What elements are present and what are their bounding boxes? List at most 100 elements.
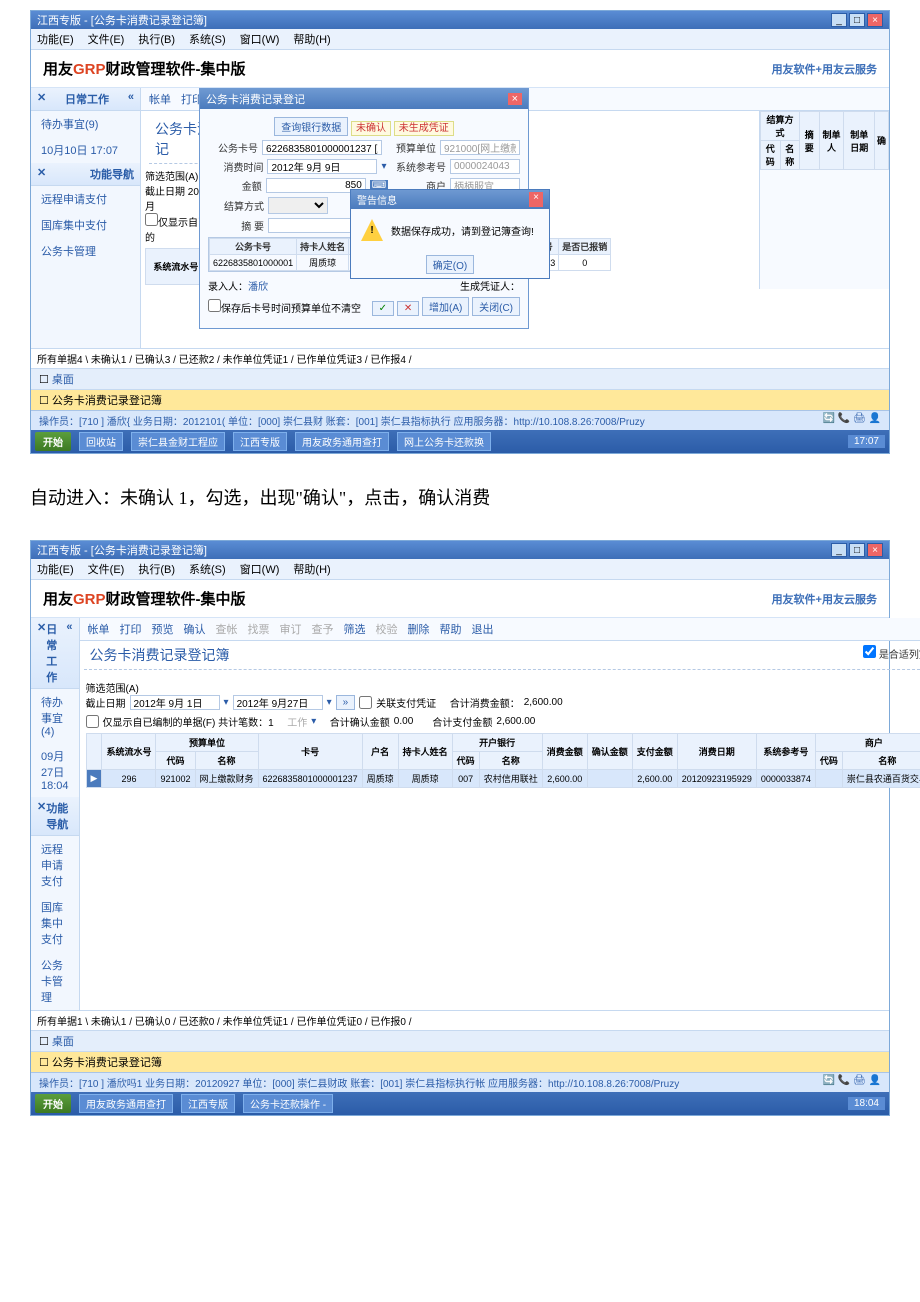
cloud-link[interactable]: 用友软件+用友云服务 <box>772 61 877 77</box>
maximize-icon[interactable]: □ <box>849 543 865 557</box>
close-icon[interactable]: × <box>867 543 883 557</box>
modal-title: 公务卡消费记录登记 <box>206 91 305 107</box>
menu-item[interactable]: 文件(E) <box>88 561 125 577</box>
taskbar-item[interactable]: 公务卡还款操作 - <box>243 1094 333 1113</box>
filter-area: 筛选范围(A) 截止日期 ▾ ▾ » 关联支付凭证 合计消费金额：2,600.0… <box>80 674 920 954</box>
menu-item[interactable]: 执行(B) <box>138 561 175 577</box>
sidebar-item-treasury[interactable]: 国库集中支付 <box>31 212 140 238</box>
sidebar-item-treasury[interactable]: 国库集中支付 <box>31 894 79 952</box>
modal-close-icon[interactable]: × <box>508 93 522 105</box>
budget-input[interactable] <box>440 140 520 155</box>
cloud-link[interactable]: 用友软件+用友云服务 <box>772 591 877 607</box>
window-titlebar: 江西专版 - [公务卡消费记录登记簿] _□× <box>31 541 889 559</box>
add-button[interactable]: 增加(A) <box>422 297 469 316</box>
sidebar-header-nav[interactable]: ✕功能导航 <box>31 797 79 836</box>
register-table: 系统流水号 预算单位 卡号 户名 持卡人姓名 开户银行 消费金额 确认金额 支付… <box>86 733 920 788</box>
sidebar-item-todo[interactable]: 待办事宜(9) <box>31 111 140 137</box>
tb-confirm[interactable]: 确认 <box>184 621 206 637</box>
tb-delete[interactable]: 删除 <box>408 621 430 637</box>
menu-item[interactable]: 窗口(W) <box>240 31 280 47</box>
entry-label: 录入人： <box>208 282 248 293</box>
sidebar-item-remote[interactable]: 远程申请支付 <box>31 186 140 212</box>
taskbar-clock: 17:07 <box>848 435 885 448</box>
card-input[interactable] <box>262 140 382 155</box>
taskbar-item[interactable]: 江西专版 <box>181 1094 235 1113</box>
desktop-link[interactable]: ☐ 桌面 <box>31 1030 889 1051</box>
brand-row: 用友GRP财政管理软件-集中版 用友软件+用友云服务 <box>31 580 889 618</box>
active-tab-label[interactable]: ☐ 公务卡消费记录登记簿 <box>31 389 889 410</box>
menu-item[interactable]: 功能(E) <box>37 561 74 577</box>
table-row[interactable]: ▶ 296921002网上缴款财务6226835801000001237周质琼周… <box>86 770 920 788</box>
query-bank-button[interactable]: 查询银行数据 <box>274 117 348 136</box>
section-title: 公务卡消费记录登记簿 是合适列宽 <box>84 645 920 670</box>
sidebar-header-daily[interactable]: ✕日常工作« <box>31 618 79 689</box>
sidebar-header-daily[interactable]: ✕日常工作« <box>31 88 140 111</box>
fitwidth-checkbox[interactable] <box>863 645 876 658</box>
desktop-link[interactable]: ☐ 桌面 <box>31 368 889 389</box>
date-input[interactable] <box>267 159 377 174</box>
sidebar-item-card[interactable]: 公务卡管理 <box>31 238 140 264</box>
bottom-tabs[interactable]: 所有单据4 \ 未确认1 / 已确认3 / 已还款2 / 未作单位凭证1 / 已… <box>31 348 889 368</box>
date-to-input[interactable] <box>233 695 323 710</box>
menu-item[interactable]: 功能(E) <box>37 31 74 47</box>
status-icons: 🔄 📞 🖨 👤 <box>823 1075 881 1090</box>
taskbar-item[interactable]: 回收站 <box>79 432 123 451</box>
date-from-input[interactable] <box>130 695 220 710</box>
menu-item[interactable]: 系统(S) <box>189 31 226 47</box>
menu-item[interactable]: 文件(E) <box>88 31 125 47</box>
tb-bill[interactable]: 帐单 <box>149 91 171 107</box>
dialog-ok-button[interactable]: 确定(O) <box>426 255 474 274</box>
minimize-icon[interactable]: _ <box>831 13 847 27</box>
instruction-text: 自动进入：未确认 1，勾选，出现"确认"，点击，确认消费 <box>0 464 920 530</box>
sidebar-item-date: 09月27日 18:04 <box>31 743 79 797</box>
taskbar-item[interactable]: 用友政务通用查打 <box>79 1094 173 1113</box>
link-voucher-checkbox[interactable] <box>359 696 372 709</box>
main-panel: 帐单 打印 预览 确认 查帐 找票 审订 查予 筛选 校验 删除 帮助 退出 公… <box>80 618 920 1010</box>
sidebar-item-remote[interactable]: 远程申请支付 <box>31 836 79 894</box>
ok-icon[interactable]: ✓ <box>372 301 394 316</box>
taskbar-item[interactable]: 江西专版 <box>233 432 287 451</box>
keep-checkbox[interactable] <box>208 299 221 312</box>
minimize-icon[interactable]: _ <box>831 543 847 557</box>
menu-item[interactable]: 窗口(W) <box>240 561 280 577</box>
menu-item[interactable]: 系统(S) <box>189 561 226 577</box>
close-icon[interactable]: × <box>867 13 883 27</box>
taskbar-item[interactable]: 用友政务通用查打 <box>295 432 389 451</box>
taskbar-item[interactable]: 网上公务卡还款换 <box>397 432 491 451</box>
menu-item[interactable]: 执行(B) <box>138 31 175 47</box>
sidebar-item-todo[interactable]: 待办事宜(4) <box>31 689 79 743</box>
tb-print[interactable]: 打印 <box>120 621 142 637</box>
status-bar: 操作员：[710 ] 潘欣{ 业务日期：2012101( 单位：[000] 崇仁… <box>31 410 889 430</box>
bottom-tabs[interactable]: 所有单据1 \ 未确认1 / 已确认0 / 已还款0 / 未作单位凭证1 / 已… <box>31 1010 889 1030</box>
content: ✕日常工作« 待办事宜(4) 09月27日 18:04 ✕功能导航 远程申请支付… <box>31 618 889 1010</box>
unconfirm-badge[interactable]: 未确认 <box>351 121 391 136</box>
go-button[interactable]: » <box>336 695 356 710</box>
status-bar: 操作员：[710 ] 潘欣吗1 业务日期：20120927 单位：[000] 崇… <box>31 1072 889 1092</box>
warning-icon: ! <box>361 219 383 241</box>
own-only-checkbox[interactable] <box>145 213 158 226</box>
window-titlebar: 江西专版 - [公务卡消费记录登记簿] _ □ × <box>31 11 889 29</box>
sysref-input[interactable] <box>450 159 520 174</box>
taskbar-item[interactable]: 崇仁县金财工程应 <box>131 432 225 451</box>
taskbar: 开始 回收站 崇仁县金财工程应 江西专版 用友政务通用查打 网上公务卡还款换 1… <box>31 430 889 453</box>
tb-filter[interactable]: 筛选 <box>344 621 366 637</box>
tb-preview[interactable]: 预览 <box>152 621 174 637</box>
own-only-checkbox[interactable] <box>86 715 99 728</box>
novoucher-badge[interactable]: 未生成凭证 <box>394 121 454 136</box>
tb-help[interactable]: 帮助 <box>440 621 462 637</box>
taskbar-clock: 18:04 <box>848 1097 885 1110</box>
start-button[interactable]: 开始 <box>35 1094 71 1113</box>
maximize-icon[interactable]: □ <box>849 13 865 27</box>
menu-item[interactable]: 帮助(H) <box>293 561 330 577</box>
sidebar-header-nav[interactable]: ✕功能导航 <box>31 163 140 186</box>
sidebar-item-card[interactable]: 公务卡管理 <box>31 952 79 1010</box>
tb-bill[interactable]: 帐单 <box>88 621 110 637</box>
close-button[interactable]: 关闭(C) <box>472 297 520 316</box>
cancel-icon[interactable]: ✕ <box>397 301 419 316</box>
paymethod-select[interactable] <box>268 197 328 214</box>
dialog-close-icon[interactable]: × <box>529 192 543 207</box>
menu-item[interactable]: 帮助(H) <box>293 31 330 47</box>
start-button[interactable]: 开始 <box>35 432 71 451</box>
active-tab-label[interactable]: ☐ 公务卡消费记录登记簿 <box>31 1051 889 1072</box>
tb-exit[interactable]: 退出 <box>472 621 494 637</box>
